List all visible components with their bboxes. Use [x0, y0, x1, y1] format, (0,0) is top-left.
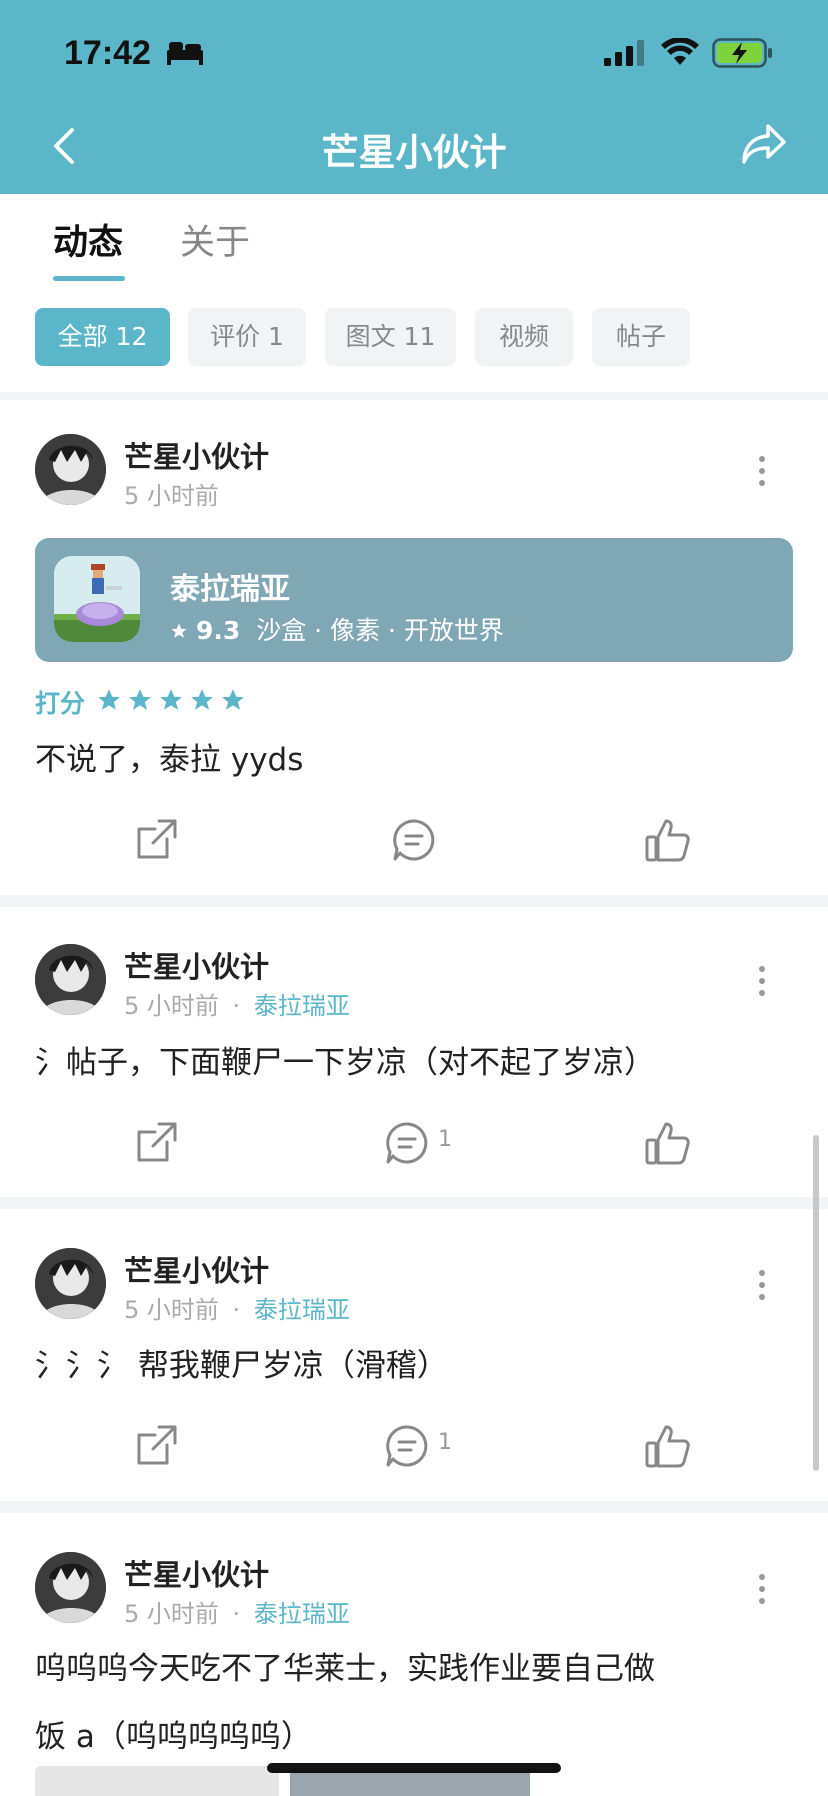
battery-charging-icon	[712, 38, 772, 68]
share-icon[interactable]	[133, 814, 179, 866]
avatar[interactable]	[35, 944, 106, 1015]
game-rating: 9.3 沙盒 · 像素 · 开放世界	[170, 611, 504, 647]
post-text[interactable]: 氵氵氵 帮我鞭尸岁凉（滑稽）	[35, 1332, 795, 1400]
scrollbar[interactable]	[813, 1135, 819, 1471]
active-tab-indicator	[53, 276, 125, 281]
game-card[interactable]: 泰拉瑞亚 9.3 沙盒 · 像素 · 开放世界	[35, 538, 793, 662]
post-text-line: 饭 a（呜呜呜呜呜）	[35, 1719, 312, 1755]
feed-post[interactable]: 芒星小伙计 5 小时前 · 泰拉瑞亚 呜呜呜今天吃不了华莱士，实践作业要自己做 …	[0, 1513, 828, 1796]
meta-separator: ·	[232, 1296, 241, 1324]
post-time: 5 小时前	[124, 1296, 219, 1324]
post-actions	[0, 814, 828, 874]
meta-separator: ·	[232, 1600, 241, 1628]
star-rating	[96, 689, 246, 717]
share-icon[interactable]	[133, 1420, 179, 1472]
avatar[interactable]	[35, 1248, 106, 1319]
comment-count: 1	[438, 1430, 452, 1455]
post-meta: 5 小时前 · 泰拉瑞亚	[124, 1290, 350, 1325]
comment-count: 1	[438, 1127, 452, 1152]
post-actions: 1	[0, 1117, 828, 1177]
star-icon	[191, 689, 214, 710]
post-actions: 1	[0, 1420, 828, 1480]
avatar[interactable]	[35, 434, 106, 505]
filter-all[interactable]: 全部 12	[35, 308, 170, 366]
feed-post[interactable]: 芒星小伙计 5 小时前 · 泰拉瑞亚 氵帖子，下面鞭尸一下岁凉（对不起了岁凉） …	[0, 907, 828, 1197]
star-icon	[129, 689, 152, 710]
section-divider	[0, 392, 828, 400]
profile-tabs: 动态 关于	[0, 194, 828, 284]
filter-reviews[interactable]: 评价 1	[188, 308, 306, 366]
section-divider	[0, 895, 828, 907]
star-icon	[98, 689, 120, 710]
tab-about[interactable]: 关于	[180, 214, 250, 265]
wifi-icon	[661, 38, 699, 65]
star-icon	[222, 689, 245, 710]
comment-icon[interactable]	[391, 814, 437, 866]
share-icon[interactable]	[740, 122, 788, 166]
like-icon[interactable]	[644, 814, 692, 866]
more-options-icon[interactable]	[756, 1572, 768, 1606]
author-name[interactable]: 芒星小伙计	[124, 1248, 269, 1290]
game-link[interactable]: 泰拉瑞亚	[254, 992, 350, 1020]
post-text[interactable]: 不说了，泰拉 yyds	[35, 726, 795, 794]
more-options-icon[interactable]	[756, 964, 768, 998]
filter-chips: 全部 12 评价 1 图文 11 视频 帖子	[0, 308, 828, 368]
page-title: 芒星小伙计	[321, 131, 507, 174]
avatar[interactable]	[35, 1552, 106, 1623]
sleep-focus-icon	[167, 42, 203, 65]
filter-posts[interactable]: 帖子	[592, 308, 690, 366]
filter-image-text[interactable]: 图文 11	[325, 308, 456, 366]
author-name[interactable]: 芒星小伙计	[124, 944, 269, 986]
post-meta: 5 小时前 · 泰拉瑞亚	[124, 1594, 350, 1629]
rating-label: 打分	[35, 689, 86, 718]
tab-feed[interactable]: 动态	[53, 214, 123, 265]
author-name[interactable]: 芒星小伙计	[124, 434, 269, 476]
star-icon	[171, 623, 187, 638]
more-options-icon[interactable]	[756, 1268, 768, 1302]
home-indicator[interactable]	[267, 1763, 561, 1773]
game-link[interactable]: 泰拉瑞亚	[254, 1600, 350, 1628]
comment-icon[interactable]	[384, 1117, 430, 1169]
post-text[interactable]: 呜呜呜今天吃不了华莱士，实践作业要自己做 饭 a（呜呜呜呜呜）	[35, 1635, 795, 1771]
game-score: 9.3	[195, 616, 241, 645]
post-time: 5 小时前	[124, 482, 219, 510]
post-meta: 5 小时前 · 泰拉瑞亚	[124, 986, 350, 1021]
section-divider	[0, 1501, 828, 1513]
post-meta: 5 小时前	[124, 476, 219, 511]
post-time: 5 小时前	[124, 992, 219, 1020]
game-tags: 沙盒 · 像素 · 开放世界	[256, 616, 504, 645]
cellular-signal-icon	[604, 40, 644, 66]
like-icon[interactable]	[644, 1117, 692, 1169]
post-text[interactable]: 氵帖子，下面鞭尸一下岁凉（对不起了岁凉）	[35, 1029, 795, 1097]
meta-separator: ·	[232, 992, 241, 1020]
feed-post[interactable]: 芒星小伙计 5 小时前 · 泰拉瑞亚 氵氵氵 帮我鞭尸岁凉（滑稽） 1	[0, 1209, 828, 1501]
like-icon[interactable]	[644, 1420, 692, 1472]
game-link[interactable]: 泰拉瑞亚	[254, 1296, 350, 1324]
game-thumbnail	[54, 556, 140, 642]
game-name: 泰拉瑞亚	[170, 572, 290, 607]
feed-post[interactable]: 芒星小伙计 5 小时前 泰拉瑞亚 9.3 沙盒 · 像素 · 开放世界 打分 不…	[0, 400, 828, 895]
rating-row: 打分	[35, 684, 246, 718]
more-options-icon[interactable]	[756, 454, 768, 488]
filter-videos[interactable]: 视频	[475, 308, 573, 366]
section-divider	[0, 1197, 828, 1209]
share-icon[interactable]	[133, 1117, 179, 1169]
post-time: 5 小时前	[124, 1600, 219, 1628]
comment-icon[interactable]	[384, 1420, 430, 1472]
app-header: 17:42 芒星小伙计	[0, 0, 828, 194]
star-icon	[160, 689, 183, 710]
post-text-line: 呜呜呜今天吃不了华莱士，实践作业要自己做	[35, 1651, 655, 1687]
author-name[interactable]: 芒星小伙计	[124, 1552, 269, 1594]
status-time: 17:42	[64, 34, 151, 72]
status-bar: 17:42	[0, 0, 828, 100]
